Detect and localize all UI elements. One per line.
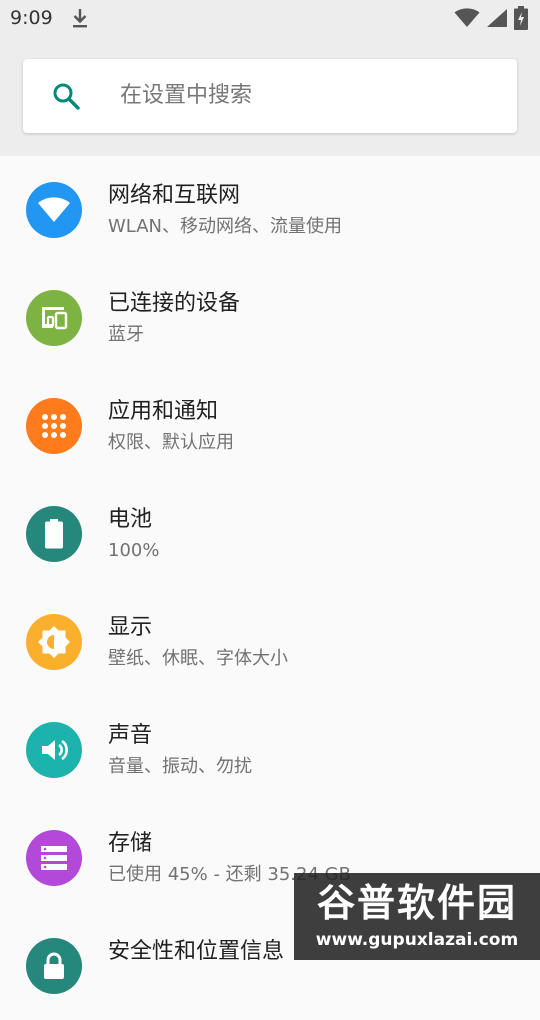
settings-item-title: 显示 <box>108 615 153 640</box>
settings-item-subtitle: 蓝牙 <box>108 324 144 345</box>
status-time: 9:09 <box>10 7 53 29</box>
settings-item-subtitle: 100% <box>108 540 160 561</box>
settings-item-title: 网络和互联网 <box>108 183 241 208</box>
search-icon <box>53 83 80 110</box>
status-icons <box>454 6 528 30</box>
signal-icon <box>487 9 507 27</box>
devices-icon <box>26 290 82 346</box>
settings-item-subtitle: 音量、振动、勿扰 <box>108 756 252 777</box>
status-bar: 9:09 <box>0 0 540 36</box>
search-bar[interactable]: 在设置中搜索 <box>23 59 517 133</box>
settings-item-subtitle: 壁纸、休眠、字体大小 <box>108 648 288 669</box>
lock-icon <box>26 938 82 994</box>
settings-item-title: 存储 <box>108 831 153 856</box>
settings-item-battery[interactable]: 电池 100% <box>0 480 540 588</box>
settings-item-subtitle: WLAN、移动网络、流量使用 <box>108 216 343 237</box>
settings-item-subtitle: 权限、默认应用 <box>108 432 234 453</box>
settings-item-title: 已连接的设备 <box>108 291 241 316</box>
settings-item-sound[interactable]: 声音 音量、振动、勿扰 <box>0 696 540 804</box>
settings-item-connected-devices[interactable]: 已连接的设备 蓝牙 <box>0 264 540 372</box>
watermark-url: www.gupuxlazai.com <box>315 930 519 950</box>
wifi-icon <box>454 8 480 27</box>
download-icon <box>72 9 87 28</box>
battery-icon <box>26 506 82 562</box>
search-placeholder: 在设置中搜索 <box>120 83 253 108</box>
battery-charging-icon <box>514 6 528 30</box>
settings-item-apps[interactable]: 应用和通知 权限、默认应用 <box>0 372 540 480</box>
watermark-title: 谷普软件园 <box>316 881 517 925</box>
watermark: 谷普软件园 www.gupuxlazai.com <box>294 873 540 960</box>
volume-icon <box>26 722 82 778</box>
settings-item-network[interactable]: 网络和互联网 WLAN、移动网络、流量使用 <box>0 156 540 264</box>
wifi-icon <box>26 182 82 238</box>
settings-item-title: 应用和通知 <box>108 399 219 424</box>
storage-icon <box>26 830 82 886</box>
settings-item-title: 声音 <box>108 723 153 748</box>
brightness-icon <box>26 614 82 670</box>
settings-item-title: 安全性和位置信息 <box>108 939 285 964</box>
settings-item-display[interactable]: 显示 壁纸、休眠、字体大小 <box>0 588 540 696</box>
settings-item-title: 电池 <box>108 507 153 532</box>
apps-grid-icon <box>26 398 82 454</box>
